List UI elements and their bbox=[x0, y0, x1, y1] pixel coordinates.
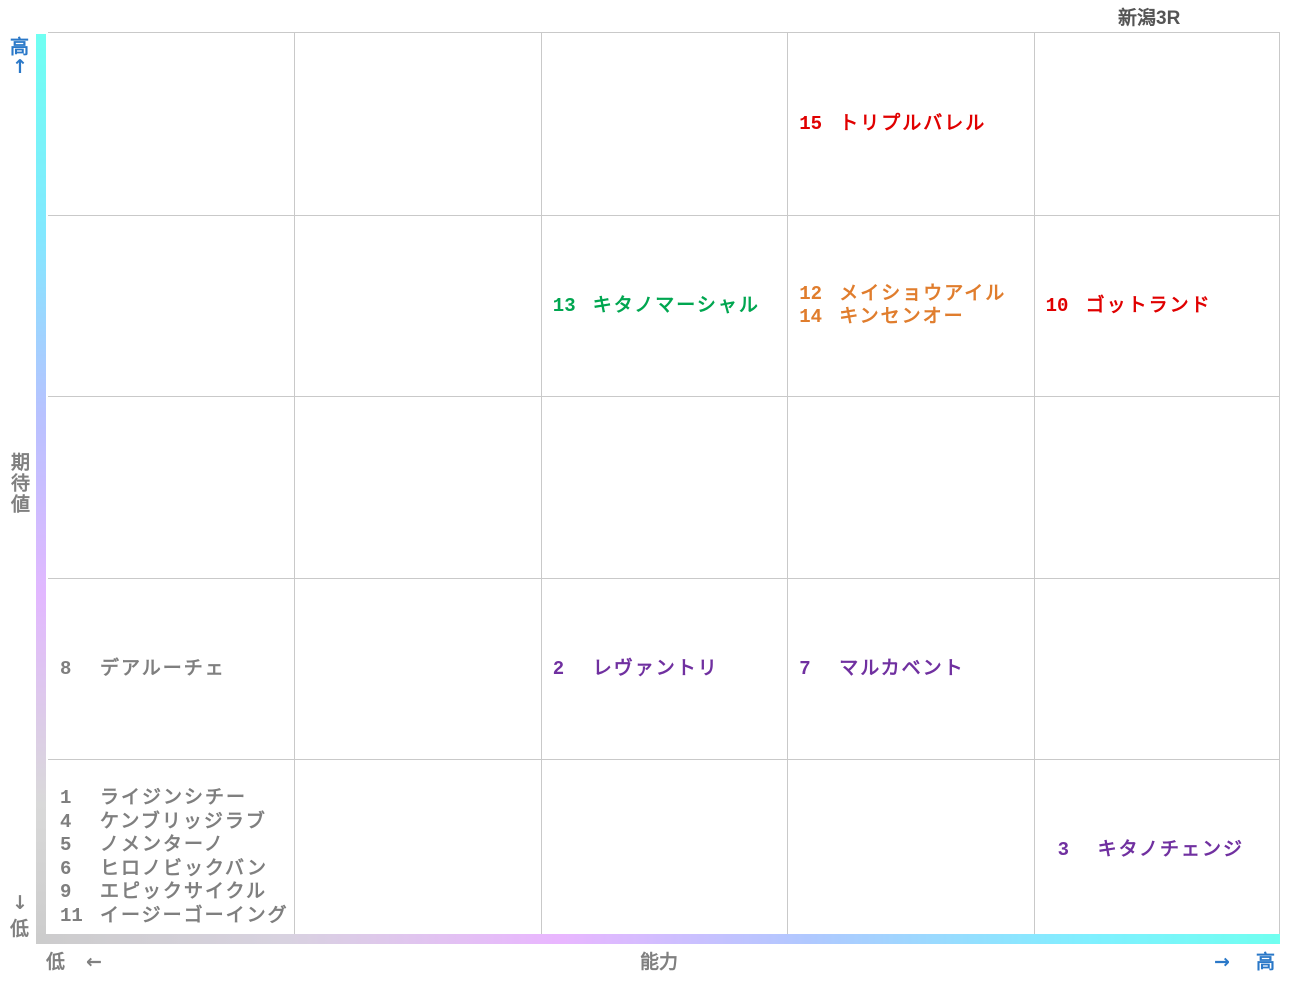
horse-name: レヴァントリ bbox=[592, 656, 719, 679]
horse-number: 12 bbox=[799, 282, 822, 305]
horse-number: 9 bbox=[60, 881, 72, 903]
grid-vline bbox=[787, 33, 788, 940]
horse-entry: 6 ヒロノビックバン bbox=[60, 857, 268, 882]
grid-vline bbox=[541, 33, 542, 940]
horse-name: キタノチェンジ bbox=[1097, 838, 1245, 861]
horse-entry: 10 ゴットランド bbox=[1046, 294, 1212, 319]
horse-entry: 2 レヴァントリ bbox=[553, 657, 719, 682]
horse-entry: 1 ライジンシチー bbox=[60, 786, 247, 811]
horse-name: ライジンシチー bbox=[100, 786, 248, 808]
horse-name: マルカベント bbox=[839, 656, 965, 679]
horse-number: 4 bbox=[60, 810, 72, 833]
y-axis-high-label: 高 bbox=[10, 36, 30, 58]
horse-entry: 4 ケンブリッジラブ bbox=[60, 810, 267, 835]
horse-entry: 5 ノメンターノ bbox=[60, 833, 225, 858]
horse-number: 10 bbox=[1045, 294, 1069, 317]
x-axis-low-label: 低 bbox=[46, 951, 66, 973]
horse-number: 11 bbox=[60, 904, 83, 927]
horse-name: ノメンターノ bbox=[100, 833, 225, 855]
plot-grid: 1 ライジンシチー 4 ケンブリッジラブ 5 ノメンターノ 6 ヒロノビックバン 9 エピックサイ… bbox=[48, 32, 1280, 940]
grid-hline bbox=[48, 759, 1279, 760]
y-axis-low-label: 低 bbox=[10, 918, 30, 940]
y-axis-bar bbox=[36, 34, 46, 940]
y-axis-up-arrow: ↑ bbox=[12, 56, 28, 78]
horse-number: 8 bbox=[60, 657, 72, 680]
x-axis-left-arrow: ← bbox=[86, 951, 102, 973]
horse-name: キタノマーシャル bbox=[592, 293, 760, 316]
x-axis-high-label: 高 bbox=[1256, 951, 1276, 973]
horse-entry: 11 イージーゴーイング bbox=[60, 904, 289, 929]
horse-name: メイショウアイル bbox=[839, 281, 1007, 304]
horse-name: ゴットランド bbox=[1085, 293, 1212, 316]
horse-number: 15 bbox=[799, 113, 822, 136]
grid-hline bbox=[48, 396, 1279, 397]
chart-title: 新潟3R bbox=[1118, 8, 1181, 29]
x-axis-bar bbox=[36, 934, 1280, 944]
horse-number: 1 bbox=[60, 787, 72, 809]
horse-name: キンセンオー bbox=[839, 305, 965, 328]
x-axis-right-arrow: → bbox=[1214, 951, 1230, 973]
grid-vline bbox=[1034, 33, 1035, 940]
x-axis-title: 能力 bbox=[640, 951, 679, 973]
horse-number: 14 bbox=[799, 306, 822, 329]
horse-number: 7 bbox=[799, 657, 811, 680]
horse-entry: 8 デアルーチェ bbox=[60, 657, 226, 682]
horse-entry: 12 メイショウアイル bbox=[799, 282, 1006, 307]
horse-name: デアルーチェ bbox=[100, 656, 226, 679]
horse-entry: 14 キンセンオー bbox=[799, 305, 964, 330]
horse-number: 3 bbox=[1057, 839, 1069, 862]
y-axis-title: 期待値 bbox=[8, 452, 30, 515]
horse-entry: 3 キタノチェンジ bbox=[1058, 838, 1244, 863]
horse-entry: 15 トリプルバレル bbox=[799, 112, 986, 137]
horse-entry: 9 エピックサイクル bbox=[60, 880, 267, 905]
horse-name: ケンブリッジラブ bbox=[100, 809, 267, 832]
horse-number: 5 bbox=[60, 834, 72, 856]
horse-number: 2 bbox=[552, 657, 565, 680]
horse-number: 6 bbox=[60, 857, 72, 880]
grid-hline bbox=[48, 215, 1279, 216]
horse-name: トリプルバレル bbox=[839, 112, 987, 135]
grid-vline bbox=[294, 33, 295, 940]
grid-hline bbox=[48, 578, 1279, 579]
horse-name: イージーゴーイング bbox=[100, 903, 289, 926]
horse-name: ヒロノビックバン bbox=[100, 856, 269, 879]
horse-number: 13 bbox=[552, 294, 576, 317]
y-axis-down-arrow: ↓ bbox=[12, 892, 28, 914]
horse-entry: 7 マルカベント bbox=[799, 657, 964, 682]
horse-entry: 13 キタノマーシャル bbox=[553, 294, 760, 319]
horse-name: エピックサイクル bbox=[100, 880, 268, 902]
